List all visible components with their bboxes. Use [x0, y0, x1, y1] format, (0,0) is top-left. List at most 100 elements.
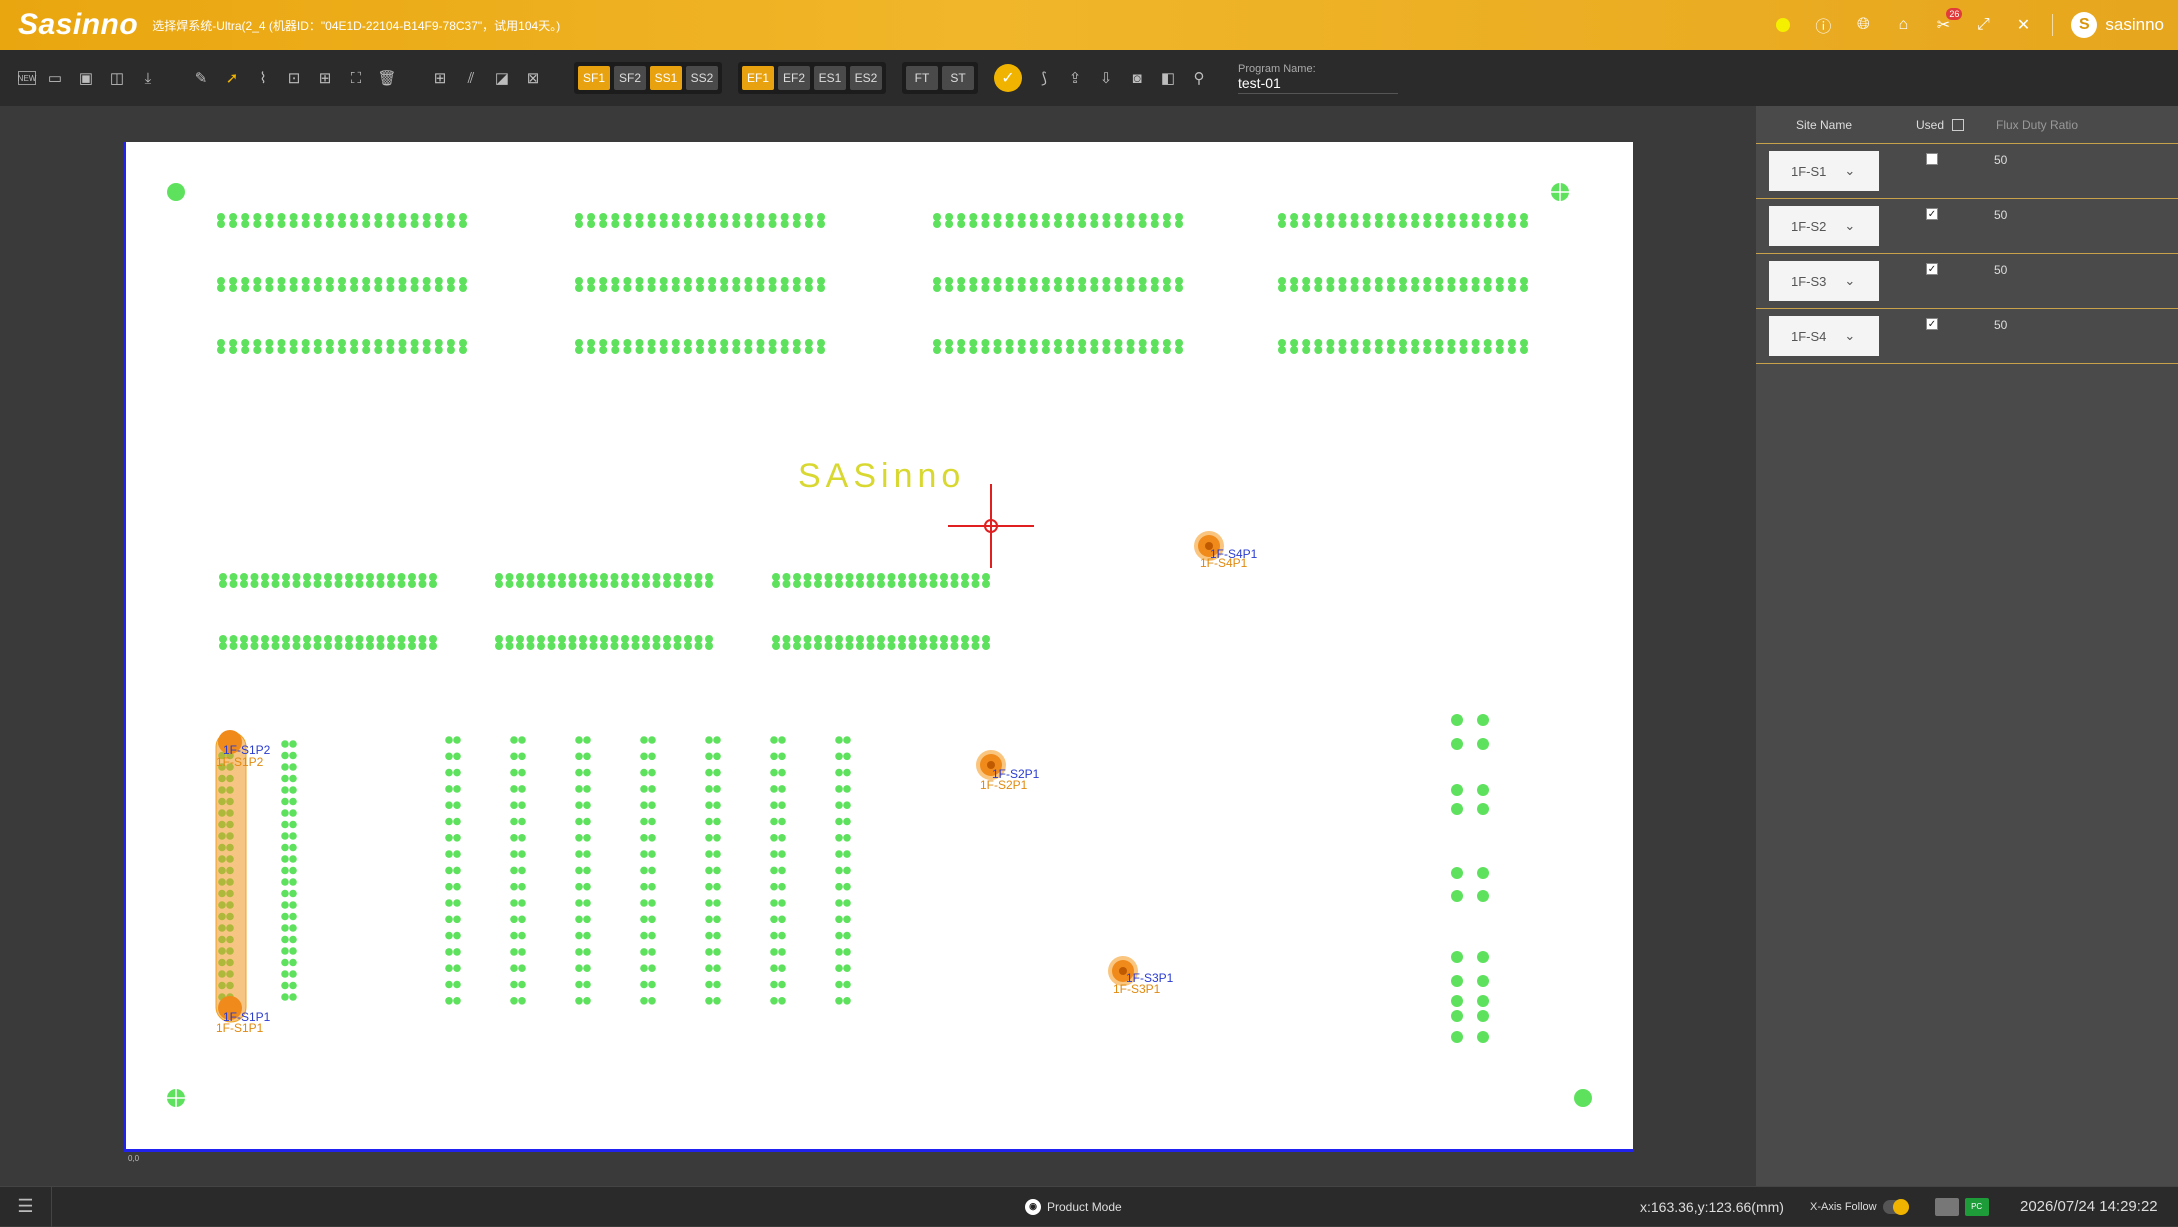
solder-pad[interactable]: [610, 580, 619, 588]
solder-pad[interactable]: [713, 931, 721, 940]
solder-pad[interactable]: [1477, 975, 1489, 987]
solder-pad[interactable]: [623, 220, 632, 228]
solder-pad[interactable]: [313, 284, 322, 292]
solder-pad[interactable]: [908, 580, 917, 588]
solder-pad[interactable]: [1102, 346, 1111, 354]
solder-pad[interactable]: [1302, 284, 1311, 292]
solder-pad[interactable]: [575, 339, 583, 347]
solder-pad[interactable]: [713, 882, 721, 891]
solder-pad[interactable]: [1278, 346, 1286, 354]
solder-pad[interactable]: [1495, 277, 1504, 285]
solder-pad[interactable]: [1005, 339, 1014, 347]
solder-pad[interactable]: [325, 277, 334, 285]
solder-pad[interactable]: [663, 642, 671, 650]
solder-pad[interactable]: [971, 580, 980, 588]
solder-pad[interactable]: [583, 752, 591, 761]
solder-pad[interactable]: [640, 980, 648, 989]
solder-pad[interactable]: [1029, 346, 1038, 354]
solder-pad[interactable]: [969, 220, 978, 228]
solder-pad[interactable]: [1090, 339, 1099, 347]
solder-pad[interactable]: [422, 277, 431, 285]
solder-pad[interactable]: [635, 339, 644, 347]
solder-pad[interactable]: [659, 339, 668, 347]
solder-pad[interactable]: [1017, 213, 1026, 221]
solder-pad[interactable]: [957, 339, 966, 347]
solder-pad[interactable]: [575, 948, 583, 956]
solder-pad[interactable]: [720, 277, 729, 285]
solder-pad[interactable]: [1362, 346, 1371, 354]
solder-pad[interactable]: [705, 635, 713, 643]
solder-pad[interactable]: [362, 220, 371, 228]
solder-pad[interactable]: [289, 763, 297, 771]
solder-pad[interactable]: [950, 642, 959, 650]
solder-pad[interactable]: [1362, 213, 1371, 221]
solder-pad[interactable]: [453, 850, 461, 858]
solder-pad[interactable]: [793, 642, 801, 650]
solder-pad[interactable]: [1102, 220, 1111, 228]
solder-pad[interactable]: [945, 346, 954, 354]
solder-pad[interactable]: [575, 866, 583, 875]
solder-pad[interactable]: [587, 277, 596, 285]
solder-pad[interactable]: [1041, 284, 1050, 292]
solder-pad[interactable]: [518, 752, 526, 761]
solder-pad[interactable]: [600, 580, 608, 588]
select-all-checkbox[interactable]: [1952, 118, 1965, 131]
solder-pad[interactable]: [945, 220, 954, 228]
solder-pad[interactable]: [981, 339, 990, 347]
solder-pad[interactable]: [583, 964, 591, 972]
solder-pad[interactable]: [445, 997, 453, 1005]
solder-pad[interactable]: [289, 751, 297, 760]
solder-pad[interactable]: [778, 866, 786, 875]
solder-pad[interactable]: [292, 635, 301, 643]
solder-pad[interactable]: [720, 346, 729, 354]
solder-pad[interactable]: [835, 752, 843, 761]
solder-pad[interactable]: [599, 213, 608, 221]
solder-pad[interactable]: [744, 284, 753, 292]
solder-pad[interactable]: [422, 213, 431, 221]
solder-pad[interactable]: [705, 882, 713, 891]
solder-pad[interactable]: [835, 834, 843, 842]
solder-pad[interactable]: [804, 220, 813, 228]
solder-pad[interactable]: [398, 284, 407, 292]
solder-pad[interactable]: [289, 786, 297, 794]
solder-pad[interactable]: [1507, 339, 1516, 347]
solder-pad[interactable]: [708, 284, 717, 292]
solder-pad[interactable]: [398, 346, 407, 354]
solder-pad[interactable]: [219, 573, 227, 581]
solder-pad[interactable]: [778, 980, 786, 989]
solder-pad[interactable]: [772, 635, 780, 643]
solder-pad[interactable]: [1150, 346, 1159, 354]
solder-pad[interactable]: [434, 339, 443, 347]
solder-pad[interactable]: [1477, 803, 1489, 815]
solder-pad[interactable]: [877, 642, 885, 650]
solder-pad[interactable]: [933, 277, 941, 285]
solder-pad[interactable]: [453, 915, 461, 924]
solder-pad[interactable]: [1175, 220, 1183, 228]
ft-button[interactable]: FT: [906, 66, 938, 90]
solder-pad[interactable]: [640, 948, 648, 956]
solder-pad[interactable]: [1029, 339, 1038, 347]
solder-pad[interactable]: [1114, 339, 1123, 347]
solder-pad[interactable]: [1078, 284, 1087, 292]
solder-pad[interactable]: [782, 642, 791, 650]
solder-pad[interactable]: [587, 346, 596, 354]
solder-pad[interactable]: [981, 213, 990, 221]
solder-pad[interactable]: [1350, 220, 1359, 228]
solder-pad[interactable]: [253, 220, 262, 228]
solder-pad[interactable]: [768, 220, 777, 228]
solder-pad[interactable]: [289, 277, 298, 285]
solder-pad[interactable]: [1520, 346, 1528, 354]
solder-pad[interactable]: [1447, 339, 1456, 347]
solder-pad[interactable]: [843, 997, 851, 1005]
solder-pad[interactable]: [640, 785, 648, 793]
solder-pad[interactable]: [1090, 284, 1099, 292]
solder-pad[interactable]: [505, 635, 514, 643]
solder-pad[interactable]: [817, 284, 825, 292]
solder-pad[interactable]: [782, 635, 791, 643]
solder-pad[interactable]: [845, 580, 854, 588]
solder-pad[interactable]: [362, 277, 371, 285]
solder-pad[interactable]: [429, 580, 437, 588]
solder-pad[interactable]: [843, 948, 851, 956]
solder-pad[interactable]: [281, 947, 289, 955]
solder-pad[interactable]: [516, 573, 524, 581]
